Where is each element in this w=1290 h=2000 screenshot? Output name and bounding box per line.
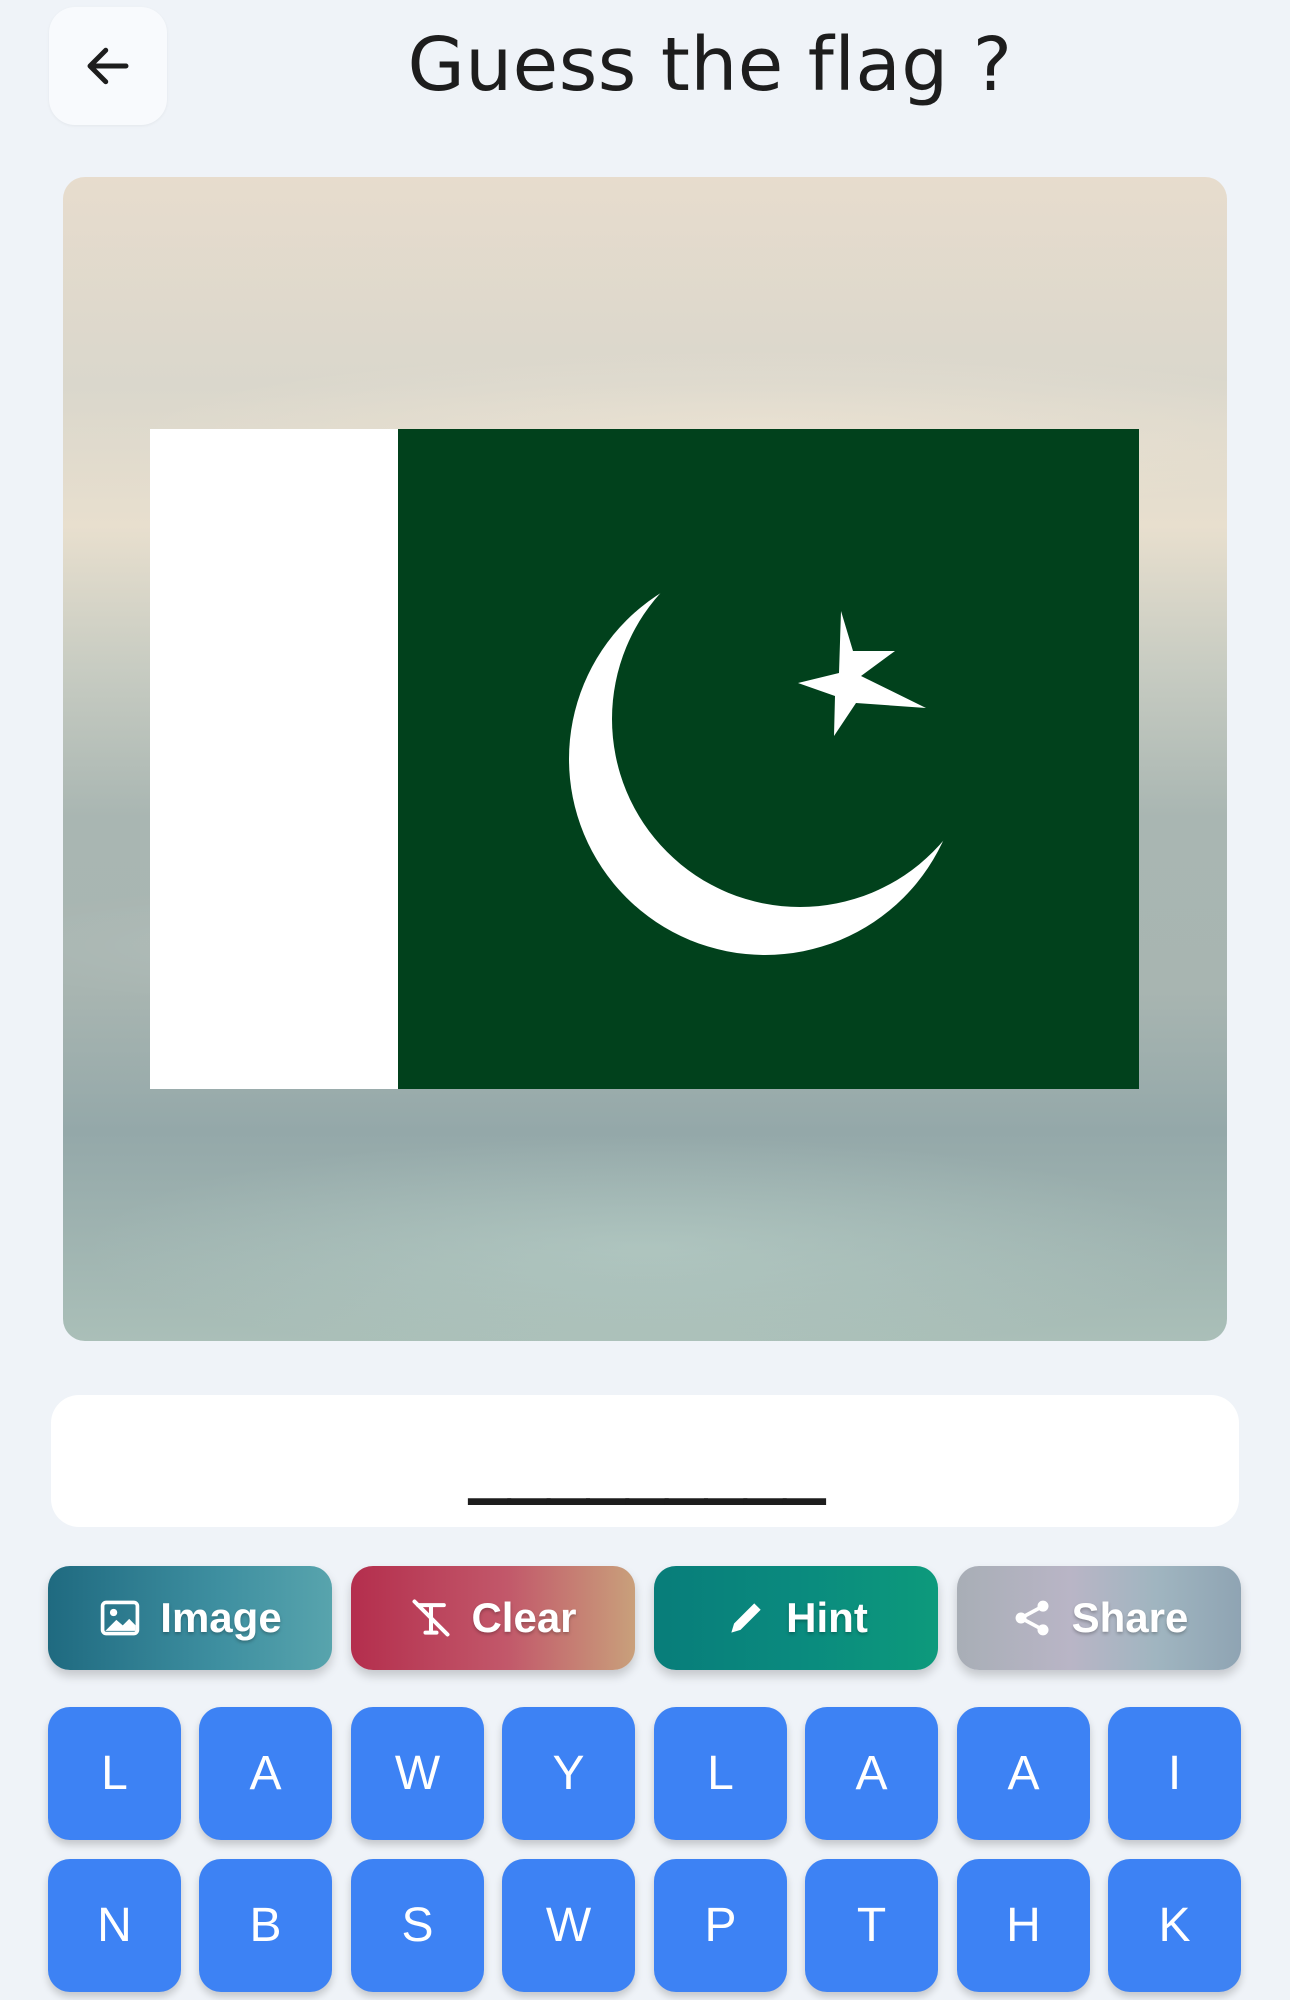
- share-icon: [1015, 1600, 1049, 1636]
- letter-key[interactable]: A: [957, 1707, 1090, 1840]
- image-button-label: Image: [160, 1594, 282, 1641]
- letter-key[interactable]: I: [1108, 1707, 1241, 1840]
- letter-key[interactable]: T: [805, 1859, 938, 1992]
- letter-key[interactable]: L: [654, 1707, 787, 1840]
- answer-slots: _________: [467, 1421, 826, 1505]
- pencil-icon: [731, 1603, 761, 1633]
- share-button-label: Share: [1071, 1594, 1189, 1641]
- image-icon: [101, 1600, 140, 1636]
- share-button[interactable]: Share: [957, 1566, 1241, 1670]
- clear-button[interactable]: Clear: [351, 1566, 635, 1670]
- hint-button[interactable]: Hint: [654, 1566, 938, 1670]
- image-button[interactable]: Image: [48, 1566, 332, 1670]
- letter-key[interactable]: P: [654, 1859, 787, 1992]
- letter-key[interactable]: L: [48, 1707, 181, 1840]
- clear-format-icon: [412, 1599, 450, 1637]
- letter-key[interactable]: B: [199, 1859, 332, 1992]
- letter-key[interactable]: W: [502, 1859, 635, 1992]
- letter-key[interactable]: A: [199, 1707, 332, 1840]
- arrow-left-icon: [87, 47, 129, 85]
- letter-key[interactable]: W: [351, 1707, 484, 1840]
- back-button[interactable]: [49, 7, 167, 125]
- page-title: Guess the flag ?: [407, 22, 1013, 108]
- hint-button-label: Hint: [786, 1594, 868, 1641]
- letter-key[interactable]: N: [48, 1859, 181, 1992]
- flag-card: [63, 177, 1227, 1341]
- clear-button-label: Clear: [471, 1594, 577, 1641]
- letter-key[interactable]: H: [957, 1859, 1090, 1992]
- answer-field[interactable]: _________: [51, 1395, 1239, 1527]
- letter-key[interactable]: K: [1108, 1859, 1241, 1992]
- letter-key[interactable]: A: [805, 1707, 938, 1840]
- letter-key[interactable]: Y: [502, 1707, 635, 1840]
- flag-image: [150, 429, 1139, 1089]
- letter-key[interactable]: S: [351, 1859, 484, 1992]
